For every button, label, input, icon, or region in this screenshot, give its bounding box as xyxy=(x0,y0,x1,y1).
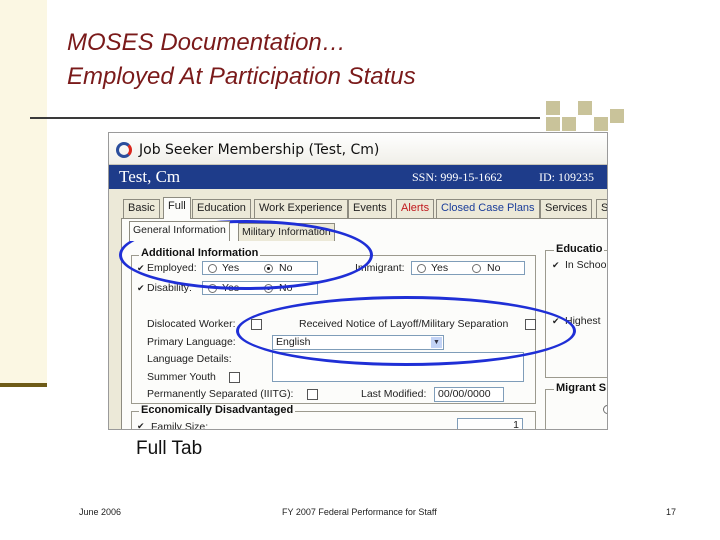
permanently-separated-checkbox[interactable] xyxy=(307,389,318,400)
education-title: Educatio xyxy=(554,243,605,255)
window-titlebar: Job Seeker Membership (Test, Cm) xyxy=(109,133,607,165)
subtab-general-information[interactable]: General Information xyxy=(129,221,230,241)
slide-title: MOSES Documentation… Employed At Partici… xyxy=(67,26,707,94)
tab-full[interactable]: Full xyxy=(163,197,191,219)
ssn-value: SSN: 999-15-1662 xyxy=(412,170,503,184)
language-details-label: Language Details: xyxy=(147,353,232,365)
checkmark-icon: ✔ xyxy=(137,283,145,293)
title-divider xyxy=(30,117,540,119)
summer-youth-checkbox[interactable] xyxy=(229,372,240,383)
immigrant-no-radio[interactable] xyxy=(472,264,481,273)
highlight-ellipse-layoff xyxy=(236,296,576,366)
immigrant-yes-radio[interactable] xyxy=(417,264,426,273)
checkmark-icon: ✔ xyxy=(552,260,560,270)
in-school-label: In Schoo xyxy=(565,259,607,271)
tab-s[interactable]: S xyxy=(596,199,607,218)
slide-caption: Full Tab xyxy=(136,438,203,459)
footer-center-text: FY 2007 Federal Performance for Staff xyxy=(282,507,437,517)
window-title: Job Seeker Membership (Test, Cm) xyxy=(139,142,380,158)
tab-closed-case-plans[interactable]: Closed Case Plans xyxy=(436,199,540,218)
last-modified-input[interactable]: 00/00/0000 xyxy=(434,387,504,402)
tab-basic[interactable]: Basic xyxy=(123,199,160,218)
slide-left-accent-bar xyxy=(0,383,47,387)
migrant-title: Migrant S xyxy=(554,382,607,394)
economically-disadvantaged-title: Economically Disadvantaged xyxy=(139,404,296,416)
tab-alerts[interactable]: Alerts xyxy=(396,199,435,218)
family-size-input[interactable]: 1 xyxy=(457,418,523,429)
tab-events[interactable]: Events xyxy=(348,199,392,218)
id-value: ID: 109235 xyxy=(539,170,594,184)
permanently-separated-label: Permanently Separated (IIITG): xyxy=(147,388,294,400)
primary-language-label: Primary Language: xyxy=(147,336,236,348)
summer-youth-label: Summer Youth xyxy=(147,371,216,383)
migrant-group xyxy=(545,389,607,429)
immigrant-radio-group xyxy=(411,261,525,275)
jobseeker-header: Test, Cm SSN: 999-15-1662 ID: 109235 xyxy=(109,165,607,189)
tab-education[interactable]: Education xyxy=(192,199,251,218)
jobseeker-name: Test, Cm xyxy=(119,167,181,186)
last-modified-label: Last Modified: xyxy=(361,388,427,400)
immigrant-no-label: No xyxy=(487,262,501,274)
immigrant-yes-label: Yes xyxy=(431,262,449,274)
footer-date: June 2006 xyxy=(79,507,122,517)
dislocated-worker-label: Dislocated Worker: xyxy=(147,318,236,330)
page-number: 17 xyxy=(666,507,677,517)
migrant-radio[interactable] xyxy=(603,405,607,414)
checkmark-icon: ✔ xyxy=(137,421,145,430)
family-size-label: Family Size: xyxy=(151,421,209,430)
slide-title-line-2: Employed At Participation Status xyxy=(67,63,416,90)
slide-left-band xyxy=(0,0,47,383)
tab-work-experience[interactable]: Work Experience xyxy=(254,199,348,218)
moses-app-icon xyxy=(116,142,132,158)
tab-services[interactable]: Services xyxy=(540,199,593,218)
main-tabs: Basic Full Education Work Experience Eve… xyxy=(121,197,607,219)
slide-title-line-1: MOSES Documentation… xyxy=(67,29,346,56)
